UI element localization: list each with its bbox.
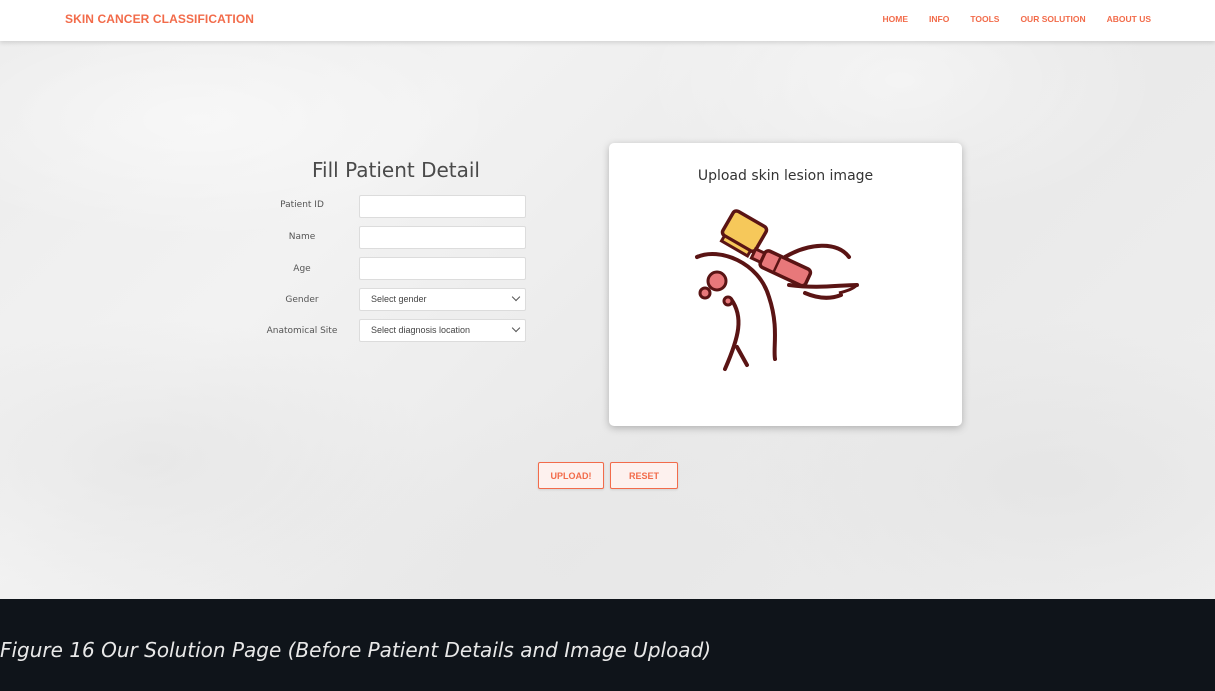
anatomical-site-select-value: Select diagnosis location	[371, 325, 471, 335]
anatomical-site-label: Anatomical Site	[266, 326, 338, 336]
gender-select[interactable]: Select gender	[359, 288, 526, 311]
gender-select-value: Select gender	[371, 294, 427, 304]
nav-links: HOME INFO TOOLS OUR SOLUTION ABOUT US	[862, 14, 1152, 24]
nav-home[interactable]: HOME	[883, 14, 909, 24]
navbar: SKIN CANCER CLASSIFICATION HOME INFO TOO…	[0, 0, 1215, 41]
nav-about-us[interactable]: ABOUT US	[1107, 14, 1151, 24]
chevron-down-icon	[511, 292, 521, 302]
reset-button[interactable]: RESET	[610, 462, 678, 489]
solution-page: SKIN CANCER CLASSIFICATION HOME INFO TOO…	[0, 0, 1215, 599]
nav-tools[interactable]: TOOLS	[970, 14, 999, 24]
upload-title: Upload skin lesion image	[697, 168, 874, 184]
anatomical-site-select[interactable]: Select diagnosis location	[359, 319, 526, 342]
patient-id-label: Patient ID	[280, 200, 324, 210]
dermatoscope-skin-icon[interactable]	[689, 207, 879, 377]
nav-our-solution[interactable]: OUR SOLUTION	[1020, 14, 1085, 24]
form-title: Fill Patient Detail	[312, 158, 480, 182]
brand-logo[interactable]: SKIN CANCER CLASSIFICATION	[65, 12, 254, 26]
gender-label: Gender	[285, 295, 319, 305]
name-input[interactable]	[359, 226, 526, 249]
age-input[interactable]	[359, 257, 526, 280]
figure-caption: Figure 16 Our Solution Page (Before Pati…	[0, 638, 712, 662]
upload-button[interactable]: UPLOAD!	[538, 462, 604, 489]
nav-info[interactable]: INFO	[929, 14, 949, 24]
name-label: Name	[288, 232, 316, 242]
patient-id-input[interactable]	[359, 195, 526, 218]
chevron-down-icon	[511, 323, 521, 333]
age-label: Age	[293, 264, 311, 274]
upload-card[interactable]: Upload skin lesion image	[609, 143, 962, 426]
